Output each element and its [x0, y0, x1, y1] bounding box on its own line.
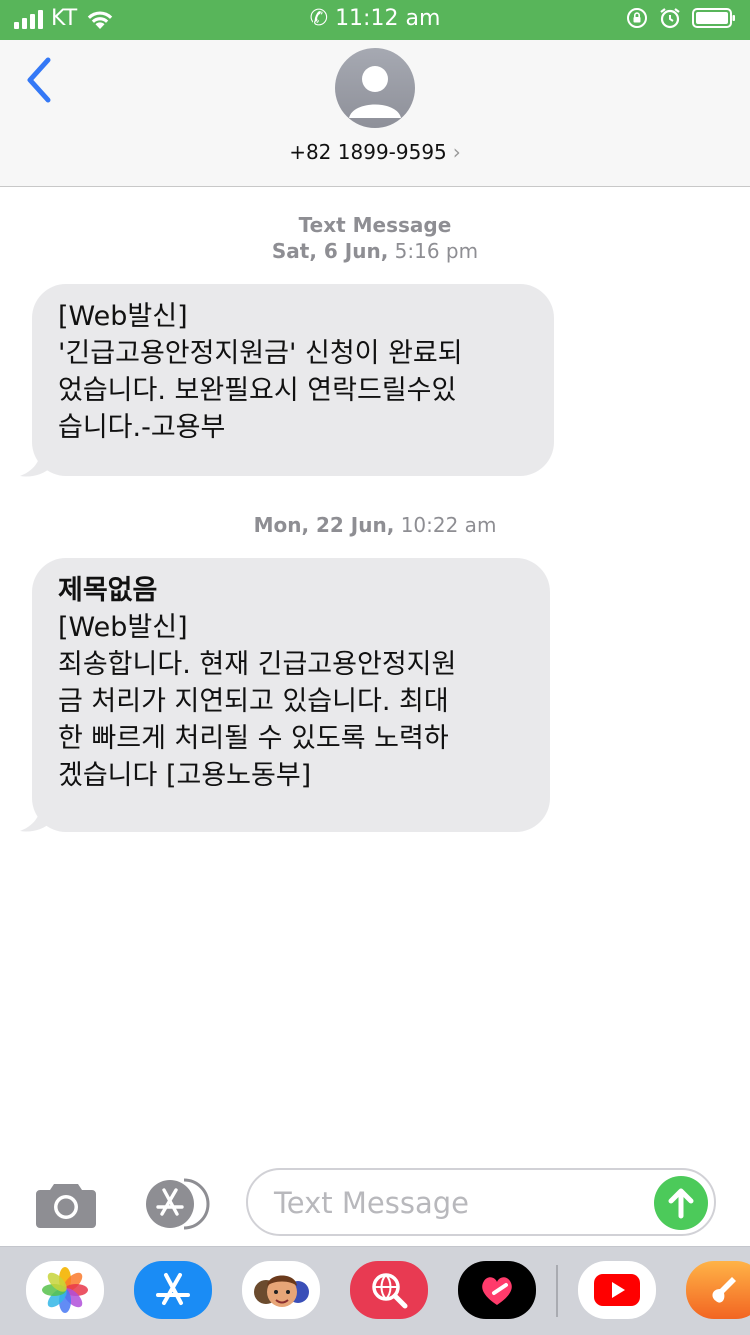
web-search-icon — [372, 1273, 408, 1309]
app-store-icon — [146, 1178, 210, 1230]
youtube-icon — [594, 1274, 640, 1306]
message-2-line: 죄송합니다. 현재 긴급고용안정지원 — [58, 649, 457, 680]
phone-icon: ✆ — [309, 6, 329, 31]
garageband-app[interactable] — [686, 1261, 750, 1319]
web-search-app[interactable] — [350, 1261, 428, 1319]
message-2-line: 금 처리가 지연되고 있습니다. 최대 — [58, 686, 449, 717]
message-bubble-2[interactable]: 제목없음 [Web발신] 죄송합니다. 현재 긴급고용안정지원 금 처리가 지연… — [32, 558, 550, 832]
timestamp-2-time: 10:22 am — [400, 513, 497, 537]
contact-avatar[interactable] — [335, 48, 415, 128]
message-input[interactable]: Text Message — [246, 1168, 716, 1236]
timestamp-2-day: Mon, 22 Jun, — [253, 513, 395, 537]
message-2-line: [Web발신] — [58, 612, 188, 643]
chevron-right-icon: › — [452, 140, 461, 164]
memoji-icon — [254, 1275, 309, 1307]
app-store-icon — [156, 1273, 190, 1305]
camera-button[interactable] — [34, 1180, 98, 1228]
digital-touch-app[interactable] — [458, 1261, 536, 1319]
message-2-subject: 제목없음 — [58, 575, 158, 606]
message-bubble-1[interactable]: [Web발신] '긴급고용안정지원금' 신청이 완료되 었습니다. 보완필요시 … — [32, 284, 554, 476]
photos-app[interactable] — [26, 1261, 104, 1319]
app-drawer — [0, 1246, 750, 1335]
timestamp-1: Sat, 6 Jun, 5:16 pm — [0, 238, 750, 264]
timestamp-1-day: Sat, 6 Jun, — [271, 239, 389, 263]
message-2-line: 한 빠르게 처리될 수 있도록 노력하 — [58, 723, 449, 754]
status-right — [626, 6, 736, 30]
message-1-line: 습니다.-고용부 — [58, 412, 226, 443]
digital-touch-icon — [482, 1277, 512, 1305]
service-name: Text Message — [298, 213, 452, 237]
battery-icon — [692, 8, 735, 28]
message-2-line: 겠습니다 [고용노동부] — [58, 760, 312, 791]
camera-icon — [36, 1184, 96, 1228]
chevron-left-icon — [27, 57, 51, 103]
status-bar: KT ✆ 11:12 am — [0, 0, 750, 40]
arrow-up-icon — [668, 1188, 694, 1219]
clock-time: 11:12 am — [335, 6, 441, 31]
timestamp-1-time: 5:16 pm — [394, 239, 479, 263]
bubble-tail-2 — [20, 797, 50, 832]
garageband-icon — [712, 1277, 736, 1303]
message-input-placeholder: Text Message — [274, 1186, 469, 1220]
send-button[interactable] — [654, 1176, 708, 1230]
drawer-divider — [556, 1265, 558, 1317]
youtube-app[interactable] — [578, 1261, 656, 1319]
bubble-tail-1 — [20, 442, 50, 477]
app-store-app[interactable] — [134, 1261, 212, 1319]
person-icon — [349, 66, 401, 118]
app-store-button[interactable] — [140, 1178, 212, 1230]
alarm-icon — [660, 8, 680, 29]
service-label: Text Message — [0, 212, 750, 238]
message-1-line: [Web발신] — [58, 301, 188, 332]
timestamp-2: Mon, 22 Jun, 10:22 am — [0, 512, 750, 538]
message-1-line: 었습니다. 보완필요시 연락드릴수있 — [58, 375, 457, 406]
back-button[interactable] — [18, 54, 62, 106]
message-1-line: '긴급고용안정지원금' 신청이 완료되 — [58, 338, 463, 369]
rotation-lock-icon — [627, 8, 647, 28]
conversation-header: +82 1899-9595 › — [0, 40, 750, 187]
photos-icon — [42, 1267, 88, 1313]
contact-name-row[interactable]: +82 1899-9595 › — [0, 140, 750, 164]
memoji-app[interactable] — [242, 1261, 320, 1319]
contact-name: +82 1899-9595 — [289, 140, 447, 164]
